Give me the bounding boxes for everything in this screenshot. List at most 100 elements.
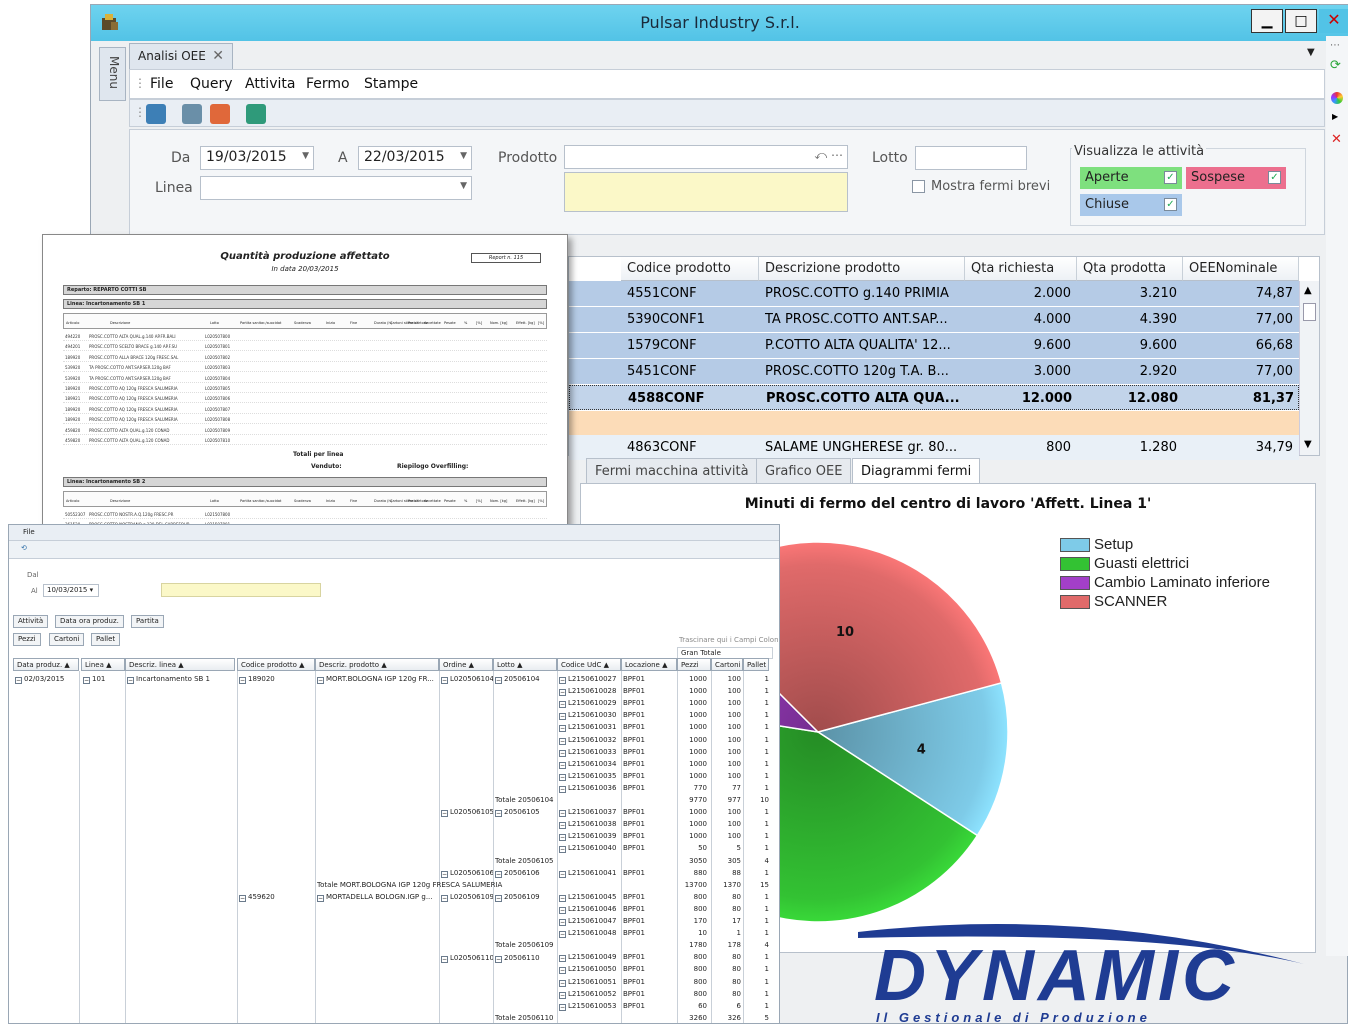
menu-fermo[interactable]: Fermo	[306, 76, 350, 92]
exit-icon[interactable]	[246, 104, 266, 124]
collapse-icon[interactable]: −	[15, 677, 22, 684]
grid-row[interactable]: 4588CONF PROSC.COTTO ALTA QUA... 12.000 12.…	[569, 385, 1299, 410]
grid-scrollbar[interactable]: ▲ ▼	[1299, 281, 1319, 455]
collapse-icon[interactable]: −	[559, 906, 566, 914]
collapse-icon[interactable]: −	[559, 785, 566, 793]
pivot-col-header[interactable]: Codice UdC ▲	[557, 658, 621, 671]
close-button[interactable]: ✕	[1319, 9, 1348, 33]
collapse-icon[interactable]: −	[441, 677, 448, 684]
pivot-udc-cell[interactable]: − L2150610031	[559, 721, 621, 733]
refresh-icon[interactable]: ⟲	[21, 544, 27, 552]
pivot-lotto-cell[interactable]: −20506109	[495, 891, 555, 903]
pivot-order-cell[interactable]: − L020506104	[441, 673, 493, 685]
collapse-icon[interactable]: −	[559, 725, 566, 733]
pivot-udc-cell[interactable]: − L2150610029	[559, 697, 621, 709]
collapse-icon[interactable]: −	[441, 810, 448, 817]
collapse-icon[interactable]: −	[495, 956, 502, 963]
pivot-col-header[interactable]: Linea ▲	[81, 658, 125, 671]
close-icon[interactable]: ✕	[1331, 132, 1342, 147]
prodotto-input[interactable]: ⤺ ⋯	[564, 145, 848, 169]
pivot-udc-cell[interactable]: − L2150610035	[559, 770, 621, 782]
collapse-icon[interactable]: −	[559, 955, 566, 963]
lotto-input[interactable]	[915, 146, 1027, 170]
collapse-icon[interactable]: −	[559, 931, 566, 939]
pivot-udc-cell[interactable]: − L2150610028	[559, 685, 621, 697]
tab-fermi-macchina[interactable]: Fermi macchina attività	[586, 458, 758, 484]
tab-close-icon[interactable]: ✕	[212, 48, 224, 64]
menu-stampe[interactable]: Stampe	[364, 76, 418, 92]
collapse-icon[interactable]: −	[559, 894, 566, 902]
title-bar[interactable]: Pulsar Industry S.r.l. ▁ □ ✕	[91, 5, 1348, 41]
sospese-toggle[interactable]: Sospese ✓	[1186, 167, 1286, 189]
data-cartoni-button[interactable]: Cartoni	[49, 633, 85, 646]
menu-query[interactable]: Query	[190, 76, 233, 92]
pivot-product-desc-cell[interactable]: − MORTADELLA BOLOGN.IGP g...	[317, 891, 437, 903]
pivot-order-cell[interactable]: − L020506110	[441, 952, 493, 964]
collapse-icon[interactable]: −	[559, 834, 566, 842]
menu-attivita[interactable]: Attivita	[245, 76, 295, 92]
collapse-icon[interactable]: −	[559, 846, 566, 854]
pivot-udc-cell[interactable]: − L2150610037	[559, 806, 621, 818]
grid-row[interactable]: 4551CONF PROSC.COTTO g.140 PRIMIA 2.000 3.2…	[569, 281, 1299, 306]
pivot-udc-cell[interactable]: − L2150610027	[559, 673, 621, 685]
collapse-icon[interactable]: −	[559, 773, 566, 781]
collapse-icon[interactable]: −	[559, 677, 566, 684]
refresh-icon[interactable]: ⟳	[1330, 58, 1341, 73]
pivot-udc-cell[interactable]: − L2150610041	[559, 867, 621, 879]
pivot-lotto-cell[interactable]: −20506104	[495, 673, 555, 685]
pivot-udc-cell[interactable]: − L2150610039	[559, 830, 621, 842]
collapse-icon[interactable]: −	[495, 895, 502, 902]
collapse-icon[interactable]: −	[317, 677, 324, 684]
col-header-qta-prodotta[interactable]: Qta prodotta	[1077, 257, 1183, 281]
pivot-udc-cell[interactable]: − L2150610038	[559, 818, 621, 830]
pivot-col-header[interactable]: Ordine ▲	[439, 658, 493, 671]
grid-row[interactable]: 1579CONF P.COTTO ALTA QUALITA' 12... 9.600…	[569, 333, 1299, 358]
collapse-icon[interactable]: −	[559, 737, 566, 745]
col-header-descrizione[interactable]: Descrizione prodotto	[759, 257, 965, 281]
pivot-col-header[interactable]: Descriz. linea ▲	[125, 658, 235, 671]
pivot-order-cell[interactable]: − L020506109	[441, 891, 493, 903]
tab-list-dropdown-icon[interactable]: ▼	[1307, 47, 1315, 58]
pivot-lotto-cell[interactable]: −20506110	[495, 952, 555, 964]
collapse-icon[interactable]: −	[559, 991, 566, 999]
field-partita-button[interactable]: Partita	[131, 615, 164, 628]
pivot-udc-cell[interactable]: − L2150610051	[559, 976, 621, 988]
pivot-product-code-cell[interactable]: −459620	[239, 891, 313, 903]
pivot-lotto-cell[interactable]: −20506106	[495, 867, 555, 879]
pivot-col-header[interactable]: Data produz. ▲	[13, 658, 79, 671]
collapse-icon[interactable]: −	[559, 919, 566, 926]
collapse-icon[interactable]: −	[239, 677, 246, 684]
pivot-col-header[interactable]: Lotto ▲	[493, 658, 557, 671]
data-pallet-button[interactable]: Pallet	[91, 633, 121, 646]
pivot-col-header[interactable]: Locazione ▲	[621, 658, 677, 671]
grid-row[interactable]: 5451CONF PROSC.COTTO 120g T.A. B... 3.000 2…	[569, 359, 1299, 384]
a-date-input[interactable]: 22/03/2015 ▼	[358, 146, 472, 170]
collapse-icon[interactable]: −	[559, 761, 566, 769]
minimize-button[interactable]: ▁	[1251, 9, 1283, 33]
collapse-icon[interactable]: −	[441, 871, 448, 878]
collapse-icon[interactable]: −	[495, 677, 502, 684]
pivot-udc-cell[interactable]: − L2150610040	[559, 842, 621, 854]
linea-select[interactable]: ▼	[200, 176, 472, 200]
collapse-icon[interactable]: −	[559, 749, 566, 757]
collapse-icon[interactable]: −	[559, 822, 566, 830]
al-date-input[interactable]: 10/03/2015 ▾	[43, 584, 99, 597]
chevron-right-icon[interactable]: ▶	[1332, 112, 1338, 121]
more-icon[interactable]: ⋯	[1330, 40, 1340, 51]
scroll-up-icon[interactable]: ▲	[1304, 285, 1312, 296]
pivot-udc-cell[interactable]: − L2150610032	[559, 734, 621, 746]
pivot-date-cell[interactable]: −02/03/2015	[15, 673, 75, 685]
da-date-input[interactable]: 19/03/2015 ▼	[200, 146, 314, 170]
pivot-col-header[interactable]: Codice prodotto ▲	[237, 658, 315, 671]
data-pezzi-button[interactable]: Pezzi	[13, 633, 41, 646]
pivot-product-desc-cell[interactable]: − MORT.BOLOGNA IGP 120g FR...	[317, 673, 437, 685]
collapse-icon[interactable]: −	[559, 701, 566, 709]
collapse-icon[interactable]: −	[559, 810, 566, 818]
collapse-icon[interactable]: −	[559, 967, 566, 975]
field-attivita-button[interactable]: Attività	[13, 615, 49, 628]
collapse-icon[interactable]: −	[559, 979, 566, 987]
pivot-udc-cell[interactable]: − L2150610050	[559, 963, 621, 975]
collapse-icon[interactable]: −	[441, 895, 448, 902]
col-header-codice[interactable]: Codice prodotto	[621, 257, 759, 281]
pivot-col-header[interactable]: Descriz. prodotto ▲	[315, 658, 439, 671]
